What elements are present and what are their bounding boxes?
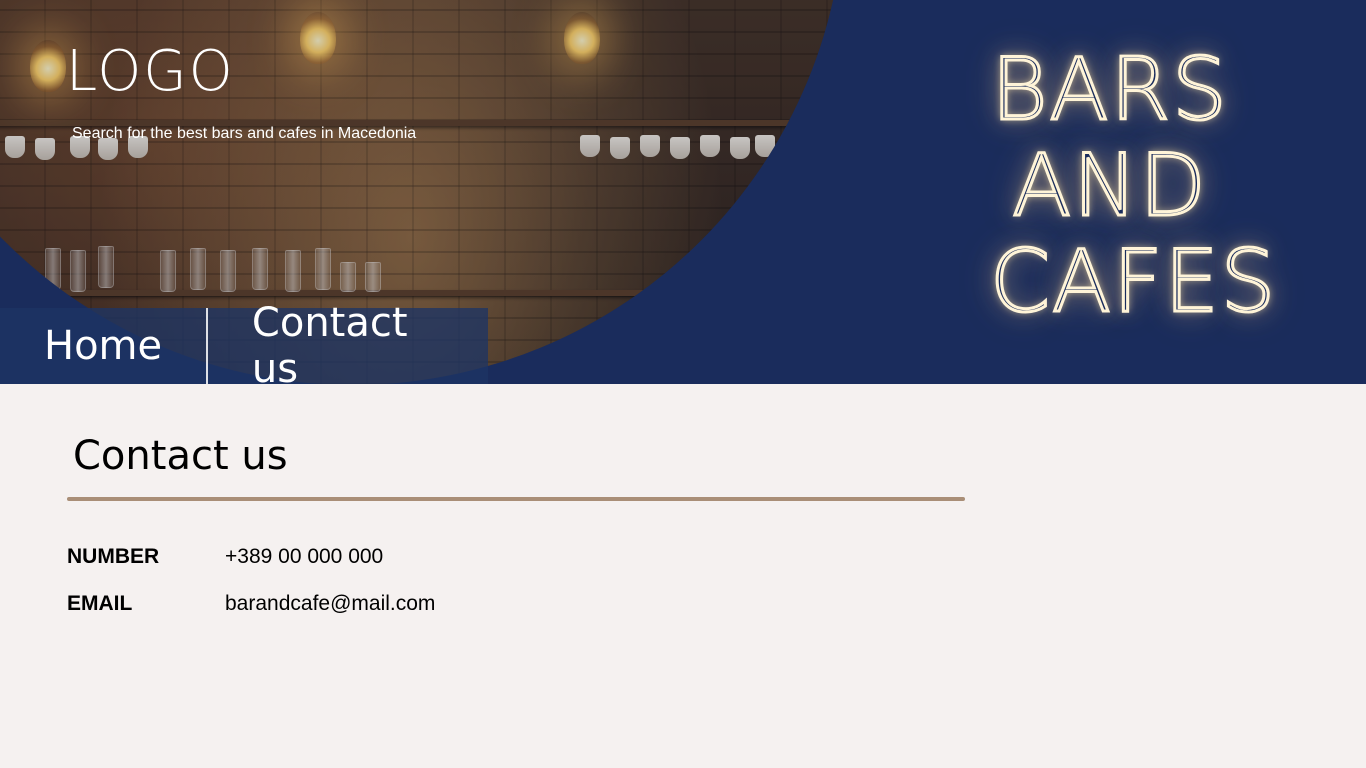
contact-number-row: NUMBER +389 00 000 000 (67, 545, 383, 569)
main-nav: Home Contact us (0, 300, 488, 384)
contact-email-row: EMAIL barandcafe@mail.com (67, 592, 435, 616)
neon-line-3: CAFES (989, 232, 1278, 332)
neon-line-1: BARS (990, 40, 1229, 140)
tagline: Search for the best bars and cafes in Ma… (72, 125, 417, 142)
logo[interactable]: LOGO (66, 36, 235, 108)
nav-divider (206, 308, 208, 384)
email-address[interactable]: barandcafe@mail.com (225, 592, 435, 616)
email-label: EMAIL (67, 592, 133, 615)
number-label: NUMBER (67, 545, 160, 568)
nav-contact-link[interactable]: Contact us (208, 300, 488, 384)
page: LOGO Search for the best bars and cafes … (0, 0, 1366, 768)
phone-number[interactable]: +389 00 000 000 (225, 545, 383, 569)
hero-header: LOGO Search for the best bars and cafes … (0, 0, 1366, 384)
neon-sign-logo: BARS AND CAFES (989, 40, 1278, 332)
nav-home-link[interactable]: Home (0, 308, 206, 384)
neon-line-2: AND (1011, 136, 1208, 236)
page-title: Contact us (73, 433, 288, 479)
title-divider (67, 497, 965, 501)
